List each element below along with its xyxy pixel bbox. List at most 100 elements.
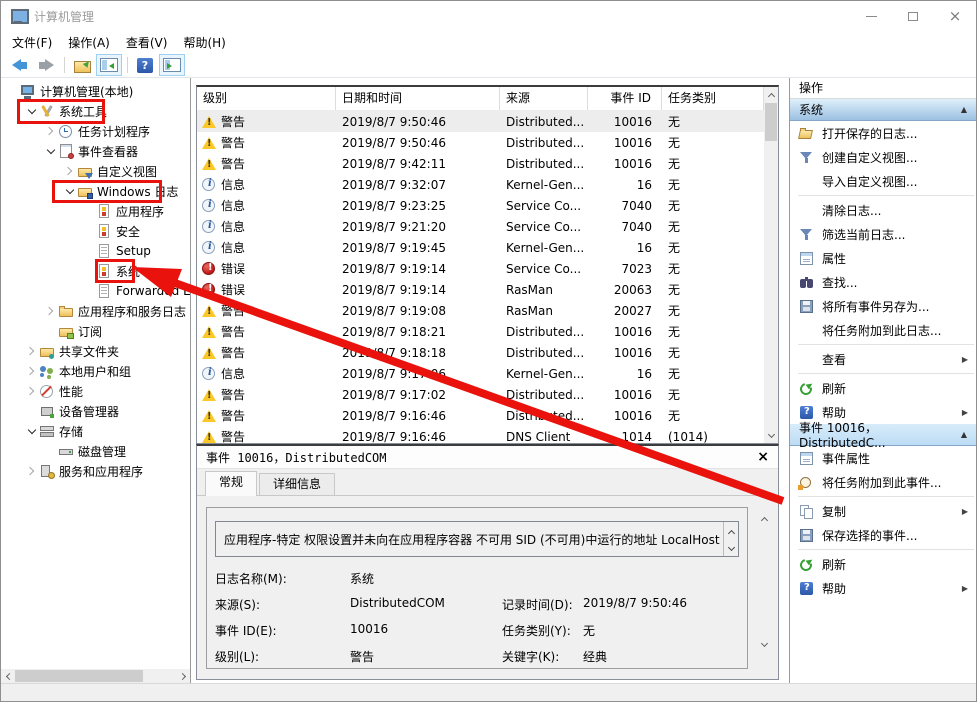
action-item[interactable]: 查找... [790,270,976,294]
expander-icon[interactable] [24,368,39,374]
console-tree-toggle-button[interactable] [96,54,122,76]
event-list-scrollbar[interactable] [764,87,778,443]
event-row[interactable]: 警告2019/8/7 9:18:21Distributed...10016无 [197,321,764,342]
action-item[interactable]: 打开保存的日志... [790,121,976,145]
event-row[interactable]: 警告2019/8/7 9:50:46Distributed...10016无 [197,111,764,132]
expander-icon[interactable] [43,128,58,134]
menu-item-2[interactable]: 查看(V) [118,32,176,53]
tree-item[interactable]: 设备管理器 [1,401,190,421]
action-item[interactable]: 刷新 [790,376,976,400]
action-item[interactable]: 属性 [790,246,976,270]
event-row[interactable]: 错误2019/8/7 9:19:14Service Co...7023无 [197,258,764,279]
spin-down-icon[interactable] [727,544,734,551]
expander-icon[interactable] [43,308,58,314]
back-button[interactable] [6,54,32,76]
detail-close-button[interactable]: × [757,450,769,464]
tree-item[interactable]: 磁盘管理 [1,441,190,461]
action-item[interactable]: 查看▶ [790,347,976,371]
tree-horizontal-scrollbar[interactable] [1,669,190,683]
action-item[interactable]: 复制▶ [790,499,976,523]
tree-item[interactable]: 共享文件夹 [1,341,190,361]
tree-item[interactable]: 订阅 [1,321,190,341]
expander-icon[interactable] [62,168,77,174]
action-item[interactable]: 清除日志... [790,198,976,222]
event-row[interactable]: 信息2019/8/7 9:32:07Kernel-Gen...16无 [197,174,764,195]
event-row[interactable]: 信息2019/8/7 9:21:20Service Co...7040无 [197,216,764,237]
action-item[interactable]: 帮助▶ [790,576,976,600]
tree-item[interactable]: 服务和应用程序 [1,461,190,481]
event-row[interactable]: 警告2019/8/7 9:42:11Distributed...10016无 [197,153,764,174]
action-item[interactable]: 将任务附加到此事件... [790,470,976,494]
tree-item[interactable]: 存储 [1,421,190,441]
tree-item[interactable]: Forwarded Events [1,281,190,301]
event-row[interactable]: 信息2019/8/7 9:19:45Kernel-Gen...16无 [197,237,764,258]
scrollbar-thumb[interactable] [15,670,143,682]
menu-item-0[interactable]: 文件(F) [4,32,60,53]
tree-item[interactable]: 性能 [1,381,190,401]
open-saved-log-button[interactable] [69,54,95,76]
action-section-header[interactable]: 系统▲ [790,99,976,121]
tree-item[interactable]: Windows 日志 [1,181,190,201]
detail-scroll-down-icon[interactable] [757,637,771,651]
event-row[interactable]: 警告2019/8/7 9:50:46Distributed...10016无 [197,132,764,153]
action-item[interactable]: 创建自定义视图... [790,145,976,169]
menu-item-1[interactable]: 操作(A) [60,32,118,53]
event-row[interactable]: 警告2019/8/7 9:19:08RasMan20027无 [197,300,764,321]
event-row[interactable]: 警告2019/8/7 9:18:18Distributed...10016无 [197,342,764,363]
expander-icon[interactable] [24,430,39,433]
event-row[interactable]: 警告2019/8/7 9:16:46DNS Client1014(1014) [197,426,764,444]
tree-item[interactable]: 本地用户和组 [1,361,190,381]
event-row[interactable]: 信息2019/8/7 9:17:06Kernel-Gen...16无 [197,363,764,384]
tree-item[interactable]: 任务计划程序 [1,121,190,141]
maximize-button[interactable] [892,1,934,31]
scroll-right-icon[interactable] [176,669,190,683]
scrollbar-thumb[interactable] [765,103,777,141]
column-header-0[interactable]: 级别 [197,87,336,110]
tree-item[interactable]: 事件查看器 [1,141,190,161]
tree-item[interactable]: 应用程序 [1,201,190,221]
tree-item[interactable]: 安全 [1,221,190,241]
minimize-button[interactable] [850,1,892,31]
expander-icon[interactable] [24,388,39,394]
detail-scroll-up-icon[interactable] [757,512,771,526]
column-header-4[interactable]: 任务类别 [662,87,764,110]
event-message-box[interactable]: 应用程序-特定 权限设置并未向在应用程序容器 不可用 SID (不可用)中运行的… [215,521,739,557]
event-row[interactable]: 错误2019/8/7 9:19:14RasMan20063无 [197,279,764,300]
tab-details[interactable]: 详细信息 [259,473,335,495]
menu-item-3[interactable]: 帮助(H) [175,32,233,53]
column-header-3[interactable]: 事件 ID [588,87,662,110]
action-item[interactable]: 筛选当前日志... [790,222,976,246]
collapse-icon[interactable]: ▲ [961,430,967,439]
column-header-1[interactable]: 日期和时间 [336,87,500,110]
message-scroll-spinner[interactable] [723,522,738,556]
expander-icon[interactable] [24,348,39,354]
event-row[interactable]: 警告2019/8/7 9:16:46Distributed...10016无 [197,405,764,426]
expander-icon[interactable] [62,190,77,193]
close-button[interactable]: × [934,1,976,31]
tree-item[interactable]: 自定义视图 [1,161,190,181]
action-pane-toggle-button[interactable] [159,54,185,76]
column-header-2[interactable]: 来源 [500,87,588,110]
spin-up-icon[interactable] [727,530,734,537]
expander-icon[interactable] [24,468,39,474]
tree-item[interactable]: 应用程序和服务日志 [1,301,190,321]
scroll-down-icon[interactable] [764,428,778,443]
action-item[interactable]: 将任务附加到此日志... [790,318,976,342]
tree-item[interactable]: 系统工具 [1,101,190,121]
event-row[interactable]: 警告2019/8/7 9:17:02Distributed...10016无 [197,384,764,405]
tree-item[interactable]: 计算机管理(本地) [1,81,190,101]
tree-item[interactable]: Setup [1,241,190,261]
collapse-icon[interactable]: ▲ [961,105,967,114]
expander-icon[interactable] [24,110,39,113]
tab-general[interactable]: 常规 [205,471,257,496]
help-button[interactable]: ? [132,54,158,76]
expander-icon[interactable] [43,150,58,153]
scroll-up-icon[interactable] [764,87,778,102]
action-item[interactable]: 将所有事件另存为... [790,294,976,318]
forward-button[interactable] [33,54,59,76]
action-item[interactable]: 导入自定义视图... [790,169,976,193]
tree-item[interactable]: 系统 [1,261,190,281]
action-item[interactable]: 保存选择的事件... [790,523,976,547]
event-row[interactable]: 信息2019/8/7 9:23:25Service Co...7040无 [197,195,764,216]
action-section-header[interactable]: 事件 10016，DistributedC...▲ [790,424,976,446]
